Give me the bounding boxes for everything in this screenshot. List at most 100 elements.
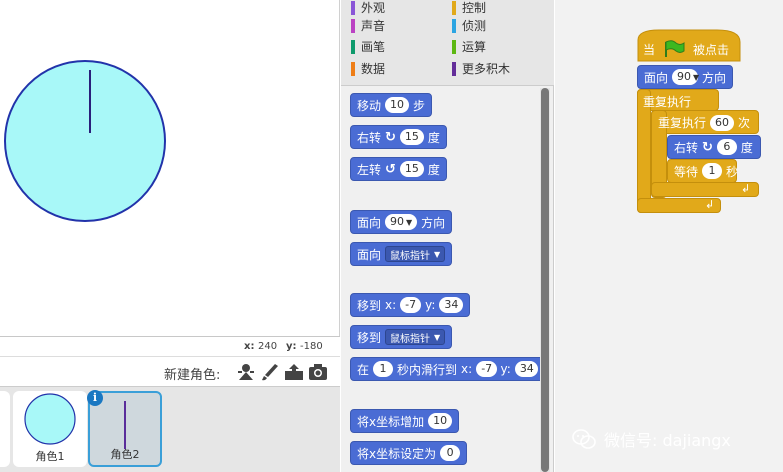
chevron-down-icon: ▼ — [693, 73, 700, 82]
category-label: 外观 — [361, 1, 386, 15]
category-sensing[interactable]: 侦测 — [452, 18, 486, 34]
block-text: 度 — [427, 130, 440, 145]
block-categories: 外观 控制 声音 侦测 画笔 运算 数据 更多积木 — [341, 0, 554, 86]
clock-face — [4, 60, 166, 222]
block-text: 步 — [413, 98, 426, 113]
direction-value: 90 — [677, 70, 692, 83]
x-coord-label: x: — [244, 341, 255, 352]
upload-icon[interactable] — [284, 363, 304, 381]
sprite-card-partial[interactable] — [0, 391, 10, 467]
block-text: 度 — [427, 162, 440, 177]
block-turn-left[interactable]: 左转 ↺ 15 度 — [350, 157, 447, 181]
wait-block[interactable]: 等待 1 秒 — [667, 159, 738, 183]
wechat-icon — [572, 429, 596, 449]
block-text: 右转 — [674, 140, 699, 155]
block-text: y: — [425, 298, 436, 312]
sprite-thumbnail-1 — [24, 393, 76, 445]
paint-brush-icon[interactable] — [260, 363, 280, 381]
change-x-input[interactable]: 10 — [428, 413, 453, 429]
degrees-input[interactable]: 15 — [399, 129, 424, 145]
degrees-input[interactable]: 15 — [399, 161, 424, 177]
chevron-down-icon: ▼ — [434, 332, 441, 342]
block-text: 面向 — [357, 215, 382, 230]
block-text: 被点击 — [693, 42, 730, 57]
block-text: 左转 — [357, 162, 382, 177]
block-change-x[interactable]: 将x坐标增加 10 — [350, 409, 460, 433]
block-text: 将x坐标设定为 — [357, 446, 437, 461]
block-turn-right[interactable]: 右转 ↻ 15 度 — [350, 125, 447, 149]
sprite-list: 角色1 i 角色2 — [0, 386, 340, 472]
green-flag-icon — [665, 40, 685, 57]
sprite-card-2[interactable]: i 角色2 — [87, 390, 162, 467]
x-input[interactable]: -7 — [400, 297, 422, 313]
new-sprite-bar: 新建角色: — [0, 356, 340, 386]
block-text: 等待 — [674, 164, 699, 179]
category-operators[interactable]: 运算 — [452, 39, 486, 55]
block-text: 秒内滑行到 — [397, 362, 458, 377]
block-text: 右转 — [357, 130, 382, 145]
block-set-x[interactable]: 将x坐标设定为 0 — [350, 441, 468, 465]
when-flag-clicked-block[interactable]: 当 被点击 — [637, 37, 741, 61]
turn-right-block[interactable]: 右转 ↻ 6 度 — [667, 135, 761, 159]
block-text: x: — [385, 298, 397, 312]
y-coord-label: y: — [286, 341, 297, 352]
rotate-counterclockwise-icon: ↺ — [385, 161, 396, 177]
steps-input[interactable]: 10 — [385, 97, 410, 113]
block-point-in-direction[interactable]: 面向 90 ▼ 方向 — [350, 210, 453, 234]
direction-dropdown[interactable]: 90 ▼ — [672, 69, 700, 85]
block-glide[interactable]: 在 1 秒内滑行到 x: -7 y: 34 — [350, 357, 545, 381]
sprite-info-button[interactable]: i — [87, 390, 103, 406]
wechat-watermark: 微信号: dajiangx — [572, 424, 783, 454]
x-input[interactable]: -7 — [476, 361, 497, 377]
target-value: 鼠标指针 — [390, 250, 431, 262]
block-goto-xy[interactable]: 移到 x: -7 y: 34 — [350, 293, 471, 317]
block-point-towards[interactable]: 面向 鼠标指针 ▼ — [350, 242, 453, 266]
forever-label: 重复执行 — [643, 95, 692, 109]
block-text: x: — [461, 362, 473, 376]
target-dropdown[interactable]: 鼠标指针 ▼ — [385, 246, 446, 262]
stage-divider — [0, 336, 340, 337]
block-text: 移到 — [357, 298, 382, 313]
y-input[interactable]: 34 — [439, 297, 464, 313]
loop-arrow-icon: ↲ — [705, 198, 715, 211]
sprite-library-icon[interactable] — [236, 363, 256, 381]
block-text: 次 — [738, 116, 751, 130]
mouse-coordinates: x: 240 y: -180 — [0, 338, 340, 356]
block-goto[interactable]: 移到 鼠标指针 ▼ — [350, 325, 453, 349]
y-coord-value: -180 — [300, 341, 323, 352]
block-palette: 外观 控制 声音 侦测 画笔 运算 数据 更多积木 移动 10 步 右转 ↻ 1… — [341, 0, 554, 472]
category-pen[interactable]: 画笔 — [351, 39, 385, 55]
category-label: 画笔 — [361, 40, 386, 54]
category-label: 运算 — [462, 40, 487, 54]
category-label: 控制 — [462, 1, 487, 15]
block-text: 当 — [643, 42, 656, 57]
block-text: y: — [500, 362, 511, 376]
scripts-area[interactable]: 当 被点击 面向 90 ▼ 方向 重复执行 ↲ 重复执行 60 次 ↲ 右转 ↻ … — [555, 0, 783, 472]
target-dropdown[interactable]: 鼠标指针 ▼ — [385, 329, 446, 345]
stage[interactable] — [0, 0, 340, 336]
degrees-input[interactable]: 6 — [716, 139, 737, 155]
block-move-steps[interactable]: 移动 10 步 — [350, 93, 433, 117]
target-value: 鼠标指针 — [390, 333, 431, 345]
palette-scrollbar[interactable] — [541, 88, 549, 472]
category-data[interactable]: 数据 — [351, 61, 385, 77]
sprite-card-1[interactable]: 角色1 — [13, 391, 87, 467]
seconds-input[interactable]: 1 — [373, 361, 394, 377]
category-looks[interactable]: 外观 — [351, 0, 385, 16]
category-control[interactable]: 控制 — [452, 0, 486, 16]
repeat-count-input[interactable]: 60 — [710, 114, 735, 131]
block-text: 面向 — [357, 247, 382, 262]
wait-seconds-input[interactable]: 1 — [702, 163, 723, 179]
y-input[interactable]: 34 — [514, 361, 538, 377]
rotate-clockwise-icon: ↻ — [702, 139, 713, 155]
clock-sprite[interactable] — [0, 0, 340, 336]
point-in-direction-block[interactable]: 面向 90 ▼ 方向 — [637, 65, 733, 89]
camera-icon[interactable] — [308, 363, 328, 381]
set-x-input[interactable]: 0 — [440, 445, 461, 461]
category-color-bar — [351, 40, 355, 54]
category-color-bar — [452, 19, 456, 33]
category-more-blocks[interactable]: 更多积木 — [452, 61, 510, 77]
block-text: 方向 — [421, 215, 446, 230]
category-sound[interactable]: 声音 — [351, 18, 385, 34]
direction-dropdown[interactable]: 90 ▼ — [385, 214, 418, 230]
